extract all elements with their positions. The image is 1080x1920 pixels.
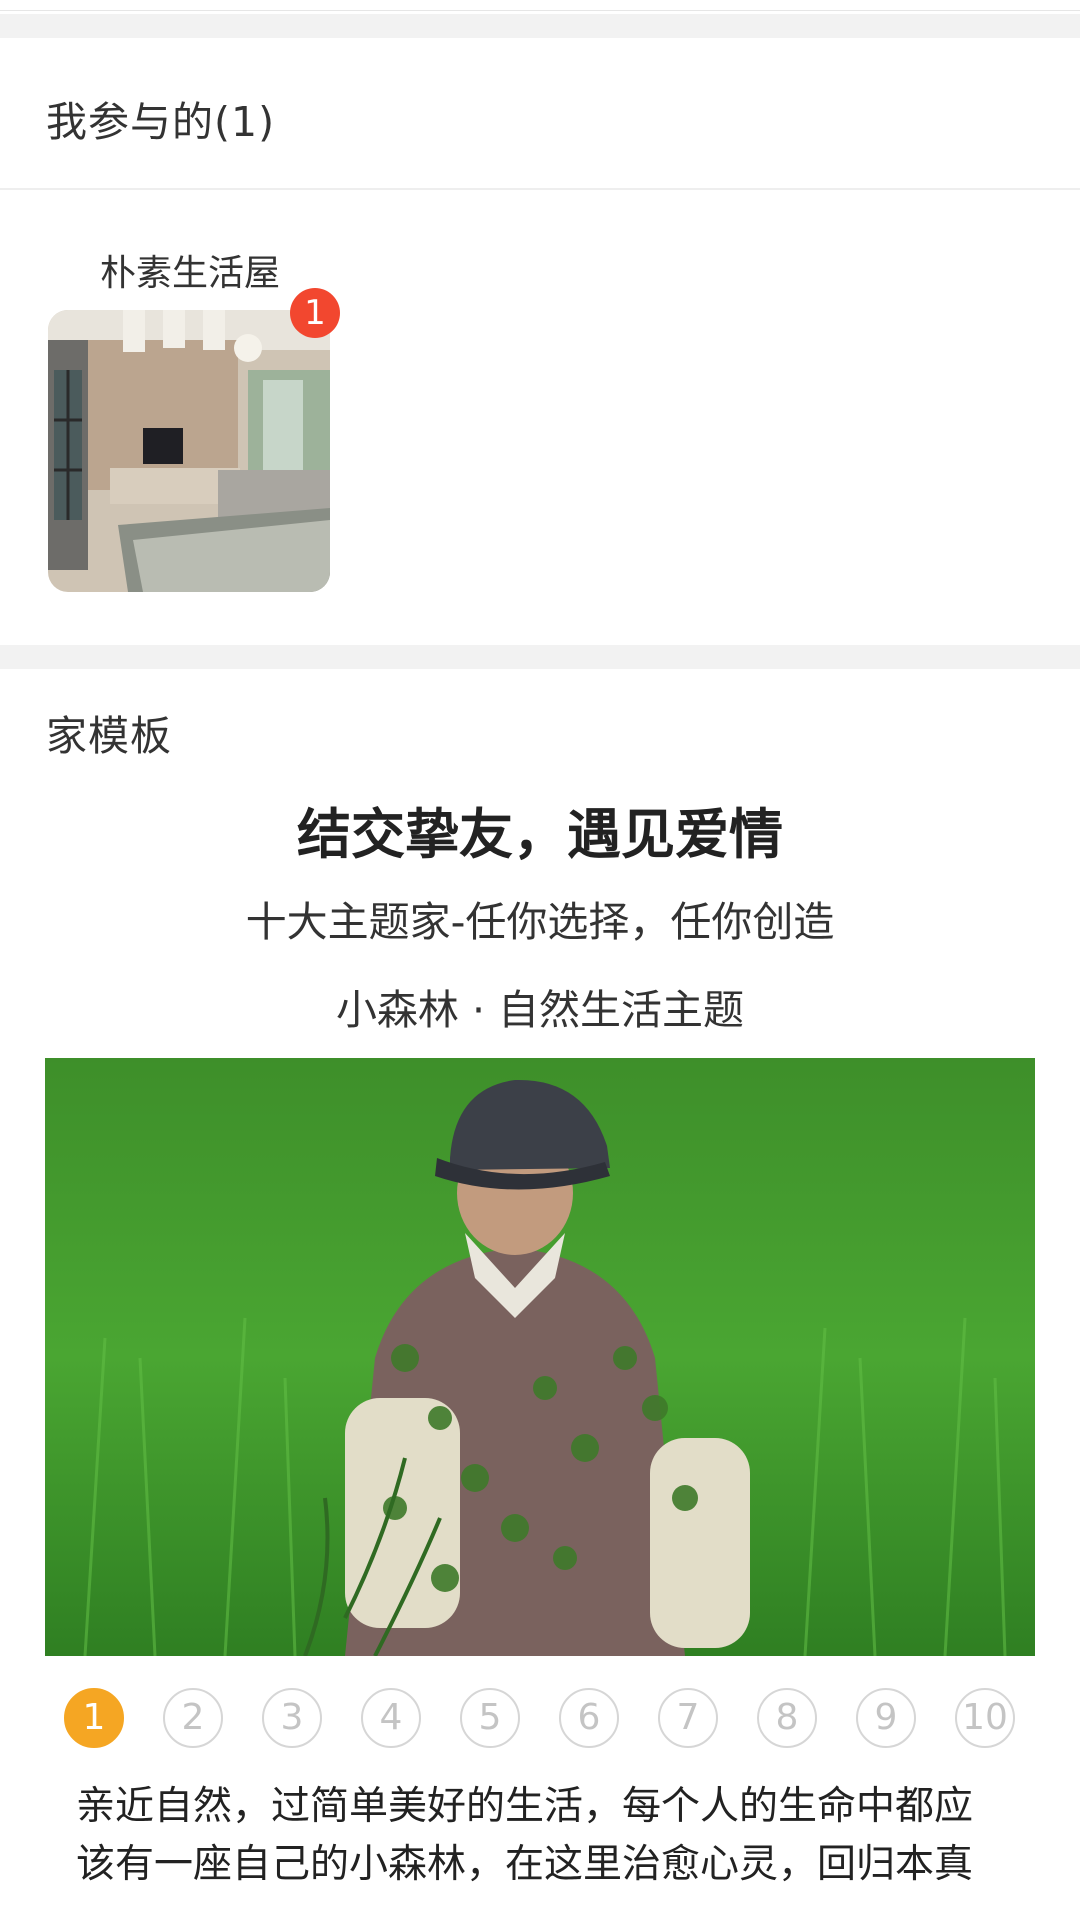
theme-title: 小森林 · 自然生活主题: [335, 986, 745, 1034]
page-dot-4[interactable]: 4: [361, 1688, 421, 1748]
page-dot-2[interactable]: 2: [163, 1688, 223, 1748]
page-dot-10[interactable]: 10: [955, 1688, 1015, 1748]
section-separator: [0, 14, 1080, 38]
home-name: 朴素生活屋: [99, 253, 280, 294]
home-thumbnail[interactable]: [48, 310, 330, 592]
page-dot-5[interactable]: 5: [460, 1688, 520, 1748]
page-dot-1[interactable]: 1: [64, 1688, 124, 1748]
template-subheadline: 十大主题家-任你选择，任你创造: [245, 898, 835, 946]
notification-badge: 1: [290, 288, 340, 338]
page-dot-8[interactable]: 8: [757, 1688, 817, 1748]
participated-section-title: 我参与的(1): [46, 98, 276, 146]
top-strip: [0, 0, 1080, 11]
page-dot-9[interactable]: 9: [856, 1688, 916, 1748]
page-dot-3[interactable]: 3: [262, 1688, 322, 1748]
home-card[interactable]: 朴素生活屋 1: [48, 244, 340, 592]
theme-description: 亲近自然，过简单美好的生活，每个人的生命中都应该有一座自己的小森林，在这里治愈心…: [76, 1784, 974, 1887]
theme-photo[interactable]: [45, 1058, 1035, 1656]
page-dot-7[interactable]: 7: [658, 1688, 718, 1748]
section-separator: [0, 645, 1080, 669]
theme-pager: 1 2 3 4 5 6 7 8 9 10: [64, 1688, 1024, 1748]
divider: [0, 188, 1080, 190]
page-dot-6[interactable]: 6: [559, 1688, 619, 1748]
template-section-title: 家模板: [46, 712, 172, 760]
template-headline: 结交挚友，遇见爱情: [297, 803, 783, 866]
